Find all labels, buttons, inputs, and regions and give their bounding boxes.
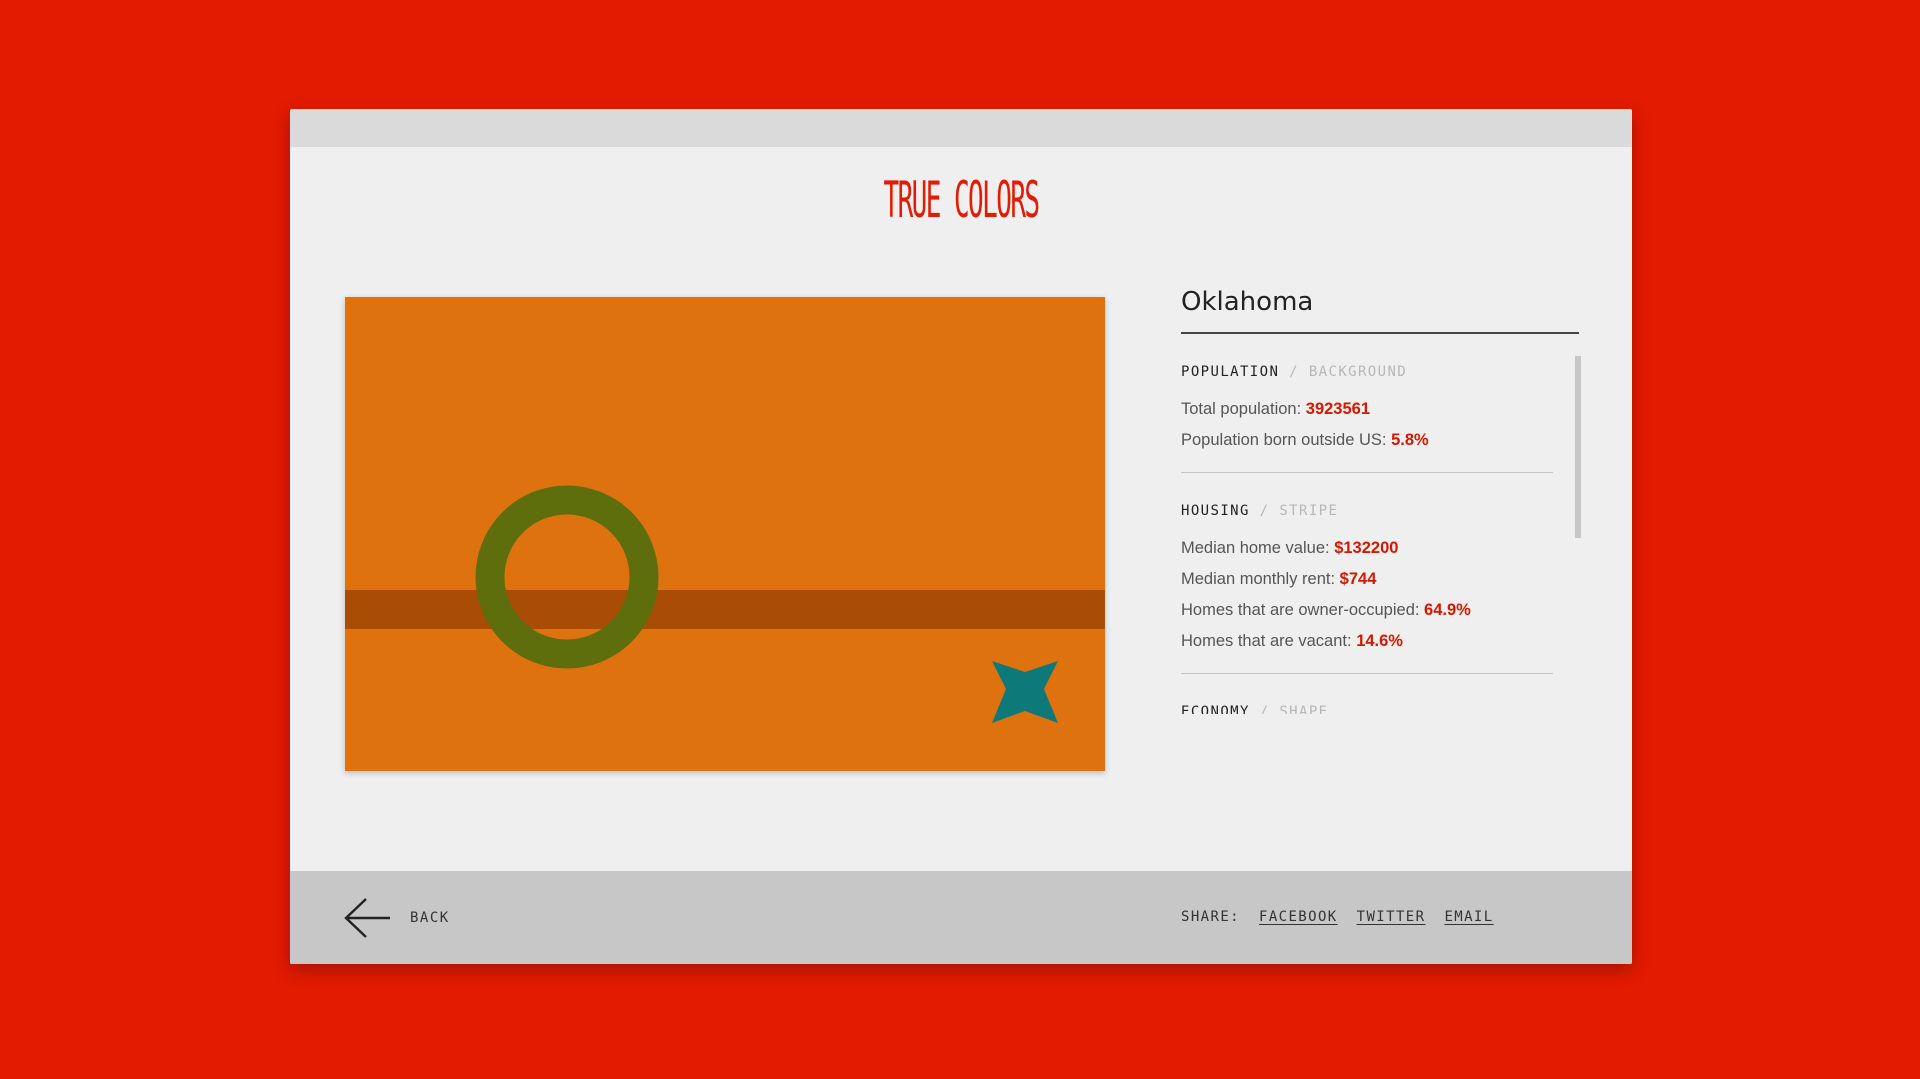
stat-total-population: Total population: 3923561: [1181, 400, 1553, 419]
state-name: Oklahoma: [1181, 287, 1314, 317]
section-subtitle: BACKGROUND: [1308, 364, 1408, 380]
stat-value: 3923561: [1305, 400, 1371, 418]
flag-stripe: [345, 590, 1105, 629]
share-twitter-link[interactable]: TWITTER: [1357, 909, 1426, 925]
stat-owner-occupied: Homes that are owner-occupied: 64.9%: [1181, 601, 1553, 620]
section-title: HOUSING: [1181, 503, 1250, 519]
arrow-left-icon: [344, 898, 390, 938]
stat-value: $132200: [1334, 539, 1399, 557]
section-separator: /: [1289, 364, 1299, 380]
stat-value: 5.8%: [1391, 431, 1429, 449]
app-window: TRUE COLORS Oklahoma POPULATION / BACKGR…: [290, 109, 1632, 964]
stat-label: Population born outside US:: [1181, 431, 1387, 449]
share-facebook-link[interactable]: FACEBOOK: [1259, 909, 1338, 925]
stats-scroll-area[interactable]: POPULATION / BACKGROUND Total population…: [1181, 334, 1581, 714]
section-heading: POPULATION / BACKGROUND: [1181, 364, 1553, 380]
stat-value: 64.9%: [1424, 601, 1471, 619]
stat-label: Median monthly rent:: [1181, 570, 1336, 588]
stat-median-home-value: Median home value: $132200: [1181, 539, 1553, 558]
section-title: ECONOMY: [1181, 704, 1250, 714]
flag-background: [345, 297, 1105, 771]
scrollbar-thumb[interactable]: [1575, 356, 1581, 538]
stat-label: Median home value:: [1181, 539, 1330, 557]
flag-graphic: [345, 297, 1105, 771]
stat-born-outside-us: Population born outside US: 5.8%: [1181, 431, 1553, 450]
section-title: POPULATION: [1181, 364, 1280, 380]
share-label: SHARE:: [1181, 909, 1240, 925]
section-separator: /: [1259, 704, 1270, 714]
stat-label: Total population:: [1181, 400, 1302, 418]
state-flag: [345, 297, 1105, 771]
stat-label: Homes that are owner-occupied:: [1181, 601, 1420, 619]
section-heading: HOUSING / STRIPE: [1181, 503, 1553, 519]
stat-vacant: Homes that are vacant: 14.6%: [1181, 632, 1553, 651]
back-button[interactable]: BACK: [344, 898, 450, 938]
state-info-panel: Oklahoma POPULATION / BACKGROUND Total p…: [1181, 277, 1581, 714]
back-label: BACK: [410, 910, 450, 926]
section-economy: ECONOMY / SHAPE: [1181, 674, 1553, 714]
stat-median-monthly-rent: Median monthly rent: $744: [1181, 570, 1553, 589]
share-bar: SHARE: FACEBOOK TWITTER EMAIL: [1181, 909, 1494, 925]
section-subtitle: STRIPE: [1279, 503, 1339, 519]
stat-value: 14.6%: [1356, 632, 1403, 650]
section-separator: /: [1259, 503, 1270, 519]
app-title: TRUE COLORS: [883, 171, 1040, 229]
footer-bar: BACK SHARE: FACEBOOK TWITTER EMAIL: [290, 871, 1632, 964]
window-titlebar: [290, 109, 1632, 147]
share-email-link[interactable]: EMAIL: [1444, 909, 1493, 925]
section-housing: HOUSING / STRIPE Median home value: $132…: [1181, 473, 1553, 674]
section-heading: ECONOMY / SHAPE: [1181, 704, 1553, 714]
section-population: POPULATION / BACKGROUND Total population…: [1181, 334, 1553, 473]
stat-label: Homes that are vacant:: [1181, 632, 1352, 650]
section-subtitle: SHAPE: [1279, 704, 1329, 714]
stat-value: $744: [1339, 570, 1377, 588]
